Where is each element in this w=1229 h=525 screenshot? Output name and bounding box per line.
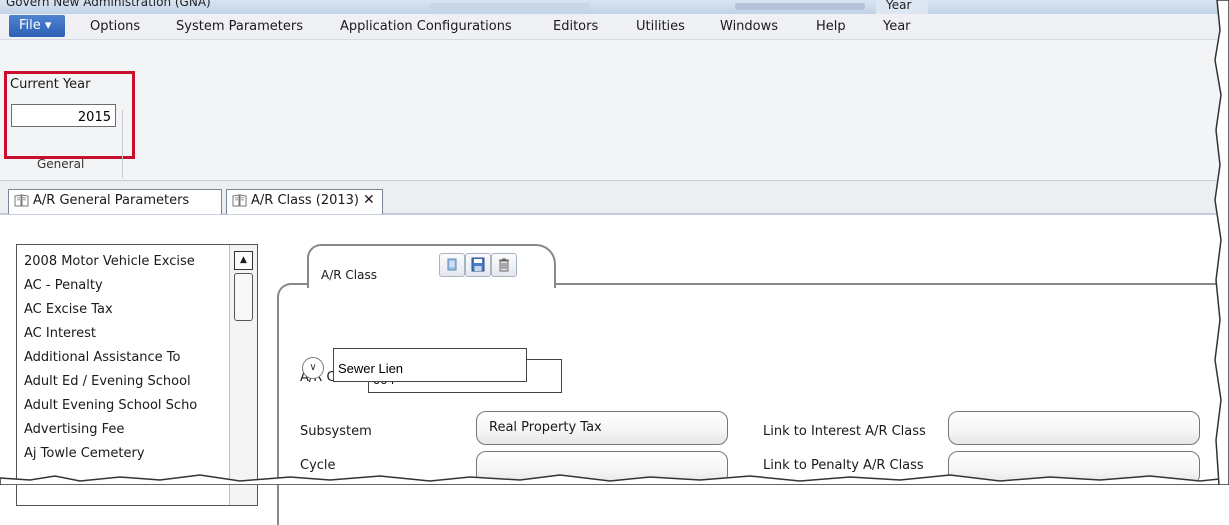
list-item[interactable]: AC Interest: [24, 326, 96, 341]
menu-system-parameters[interactable]: System Parameters: [176, 19, 303, 34]
menu-options[interactable]: Options: [90, 19, 140, 34]
menu-windows[interactable]: Windows: [720, 19, 778, 34]
scroll-up-arrow-icon[interactable]: ▲: [234, 251, 253, 270]
form-tab-label: A/R Class: [321, 268, 377, 282]
menu-utilities[interactable]: Utilities: [636, 19, 685, 34]
ribbon: [0, 40, 1229, 181]
tab-ar-class[interactable]: A/R Class (2013) ✕: [226, 189, 383, 214]
list-item[interactable]: Adult Evening School Scho: [24, 398, 197, 413]
list-item[interactable]: Additional Assistance To: [24, 350, 180, 365]
subsystem-label: Subsystem: [300, 424, 372, 439]
title-blur-left: [430, 3, 590, 10]
list-item[interactable]: 2008 Motor Vehicle Excise: [24, 254, 195, 269]
list-item[interactable]: AC - Penalty: [24, 278, 103, 293]
ribbon-group-label: General: [37, 157, 85, 171]
list-item[interactable]: Adult Ed / Evening School: [24, 374, 191, 389]
tab-label: A/R General Parameters: [33, 193, 190, 208]
link-penalty-label: Link to Penalty A/R Class: [763, 458, 924, 473]
context-tab[interactable]: Year: [876, 0, 928, 14]
torn-edge-bottom: [0, 474, 1229, 485]
save-button[interactable]: [465, 253, 491, 277]
torn-edge-right: [1214, 0, 1229, 485]
file-menu-button[interactable]: File ▾: [9, 15, 65, 37]
link-interest-dropdown[interactable]: [948, 411, 1200, 445]
current-year-label: Current Year: [10, 77, 91, 92]
new-document-icon: [447, 258, 457, 271]
cycle-label: Cycle: [300, 458, 336, 473]
book-icon: [14, 194, 29, 207]
menu-year[interactable]: Year: [883, 19, 911, 34]
ribbon-group-separator: [122, 110, 123, 178]
ar-class-list[interactable]: 2008 Motor Vehicle Excise AC - Penalty A…: [16, 244, 258, 506]
form-tab-ar-class[interactable]: A/R Class: [307, 244, 556, 288]
title-blur-right: [735, 3, 865, 10]
tab-label: A/R Class (2013): [251, 193, 359, 208]
list-item[interactable]: Advertising Fee: [24, 422, 124, 437]
tab-ar-general-parameters[interactable]: A/R General Parameters: [8, 189, 222, 214]
title-bar: Govern New Administration (GNA) Year: [0, 0, 1229, 15]
trash-icon: [499, 258, 509, 272]
list-scrollbar[interactable]: ▲: [229, 245, 257, 505]
close-icon[interactable]: ✕: [363, 192, 375, 208]
document-tab-strip: A/R General Parameters A/R Class (2013) …: [0, 181, 1229, 215]
menu-help[interactable]: Help: [816, 19, 846, 34]
delete-button[interactable]: [491, 253, 517, 277]
menu-application-configurations[interactable]: Application Configurations: [340, 19, 512, 34]
list-item[interactable]: Aj Towle Cemetery: [24, 446, 145, 461]
window-title: Govern New Administration (GNA): [6, 0, 211, 9]
subsystem-dropdown[interactable]: Real Property Tax: [476, 411, 728, 445]
list-item[interactable]: AC Excise Tax: [24, 302, 113, 317]
file-menu-label: File ▾: [19, 18, 52, 33]
menu-editors[interactable]: Editors: [553, 19, 598, 34]
ar-class-form-panel: [277, 283, 1229, 525]
expand-chevron-icon[interactable]: ∨: [302, 357, 324, 379]
book-icon: [232, 194, 247, 207]
link-interest-label: Link to Interest A/R Class: [763, 424, 926, 439]
scroll-thumb[interactable]: [234, 273, 253, 321]
context-tab-label: Year: [886, 0, 912, 12]
new-document-button[interactable]: [439, 253, 465, 277]
current-year-input[interactable]: [11, 104, 116, 127]
save-icon: [471, 257, 485, 272]
menu-bar: File ▾ Options System Parameters Applica…: [0, 14, 1229, 40]
description-input[interactable]: [333, 348, 527, 382]
